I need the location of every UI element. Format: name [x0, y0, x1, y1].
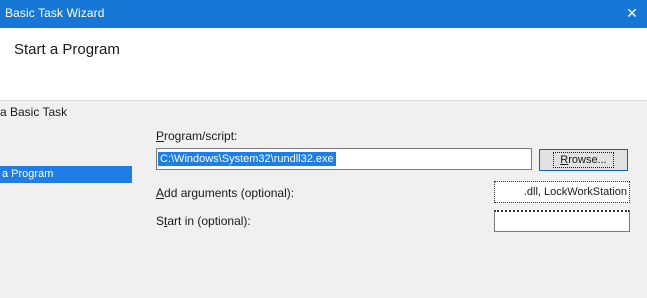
start-in-label: Start in (optional):	[156, 214, 251, 228]
close-icon[interactable]: ✕	[625, 5, 639, 21]
browse-button[interactable]: Rrowse...	[539, 149, 628, 171]
start-in-input[interactable]	[494, 210, 630, 232]
program-script-input[interactable]: C:\Windows\System32\rundll32.exe	[156, 148, 532, 170]
window-title: Basic Task Wizard	[5, 6, 105, 20]
page-title: Start a Program	[14, 41, 120, 58]
browse-button-label: Rrowse...	[553, 152, 614, 168]
program-script-value: C:\Windows\System32\rundll32.exe	[158, 152, 336, 166]
sidebar-item-start-program[interactable]: a Program	[0, 166, 132, 183]
add-arguments-label: Add arguments (optional):	[156, 186, 295, 200]
title-bar: Basic Task Wizard ✕	[0, 0, 647, 28]
sidebar-item-create-basic-task[interactable]: a Basic Task	[0, 105, 67, 119]
add-arguments-input[interactable]: .dll, LockWorkStation	[494, 181, 630, 203]
program-script-label: Program/script:	[156, 129, 238, 143]
wizard-header: Start a Program	[0, 28, 647, 101]
